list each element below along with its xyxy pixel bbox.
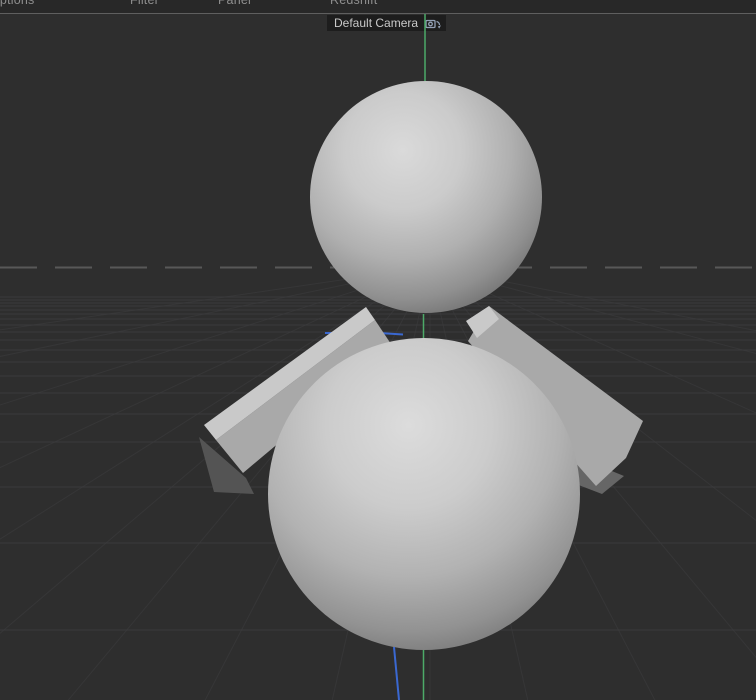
head-sphere[interactable]: [310, 81, 542, 313]
viewport-stage: Options Filter Panel Redshift Default Ca…: [0, 0, 756, 700]
viewport-menubar: Options Filter Panel Redshift: [0, 0, 756, 14]
body-sphere[interactable]: [268, 338, 580, 650]
menu-item-panel[interactable]: Panel: [218, 0, 251, 7]
menu-item-redshift[interactable]: Redshift: [330, 0, 377, 7]
camera-label-text: Default Camera: [334, 16, 419, 30]
3d-viewport-canvas[interactable]: [0, 0, 756, 700]
camera-label[interactable]: Default Camera: [327, 15, 447, 31]
z-axis-bottom: [393, 646, 400, 700]
camera-rotate-icon[interactable]: [425, 17, 442, 30]
menu-item-options[interactable]: Options: [0, 0, 34, 7]
menu-item-filter[interactable]: Filter: [130, 0, 159, 7]
